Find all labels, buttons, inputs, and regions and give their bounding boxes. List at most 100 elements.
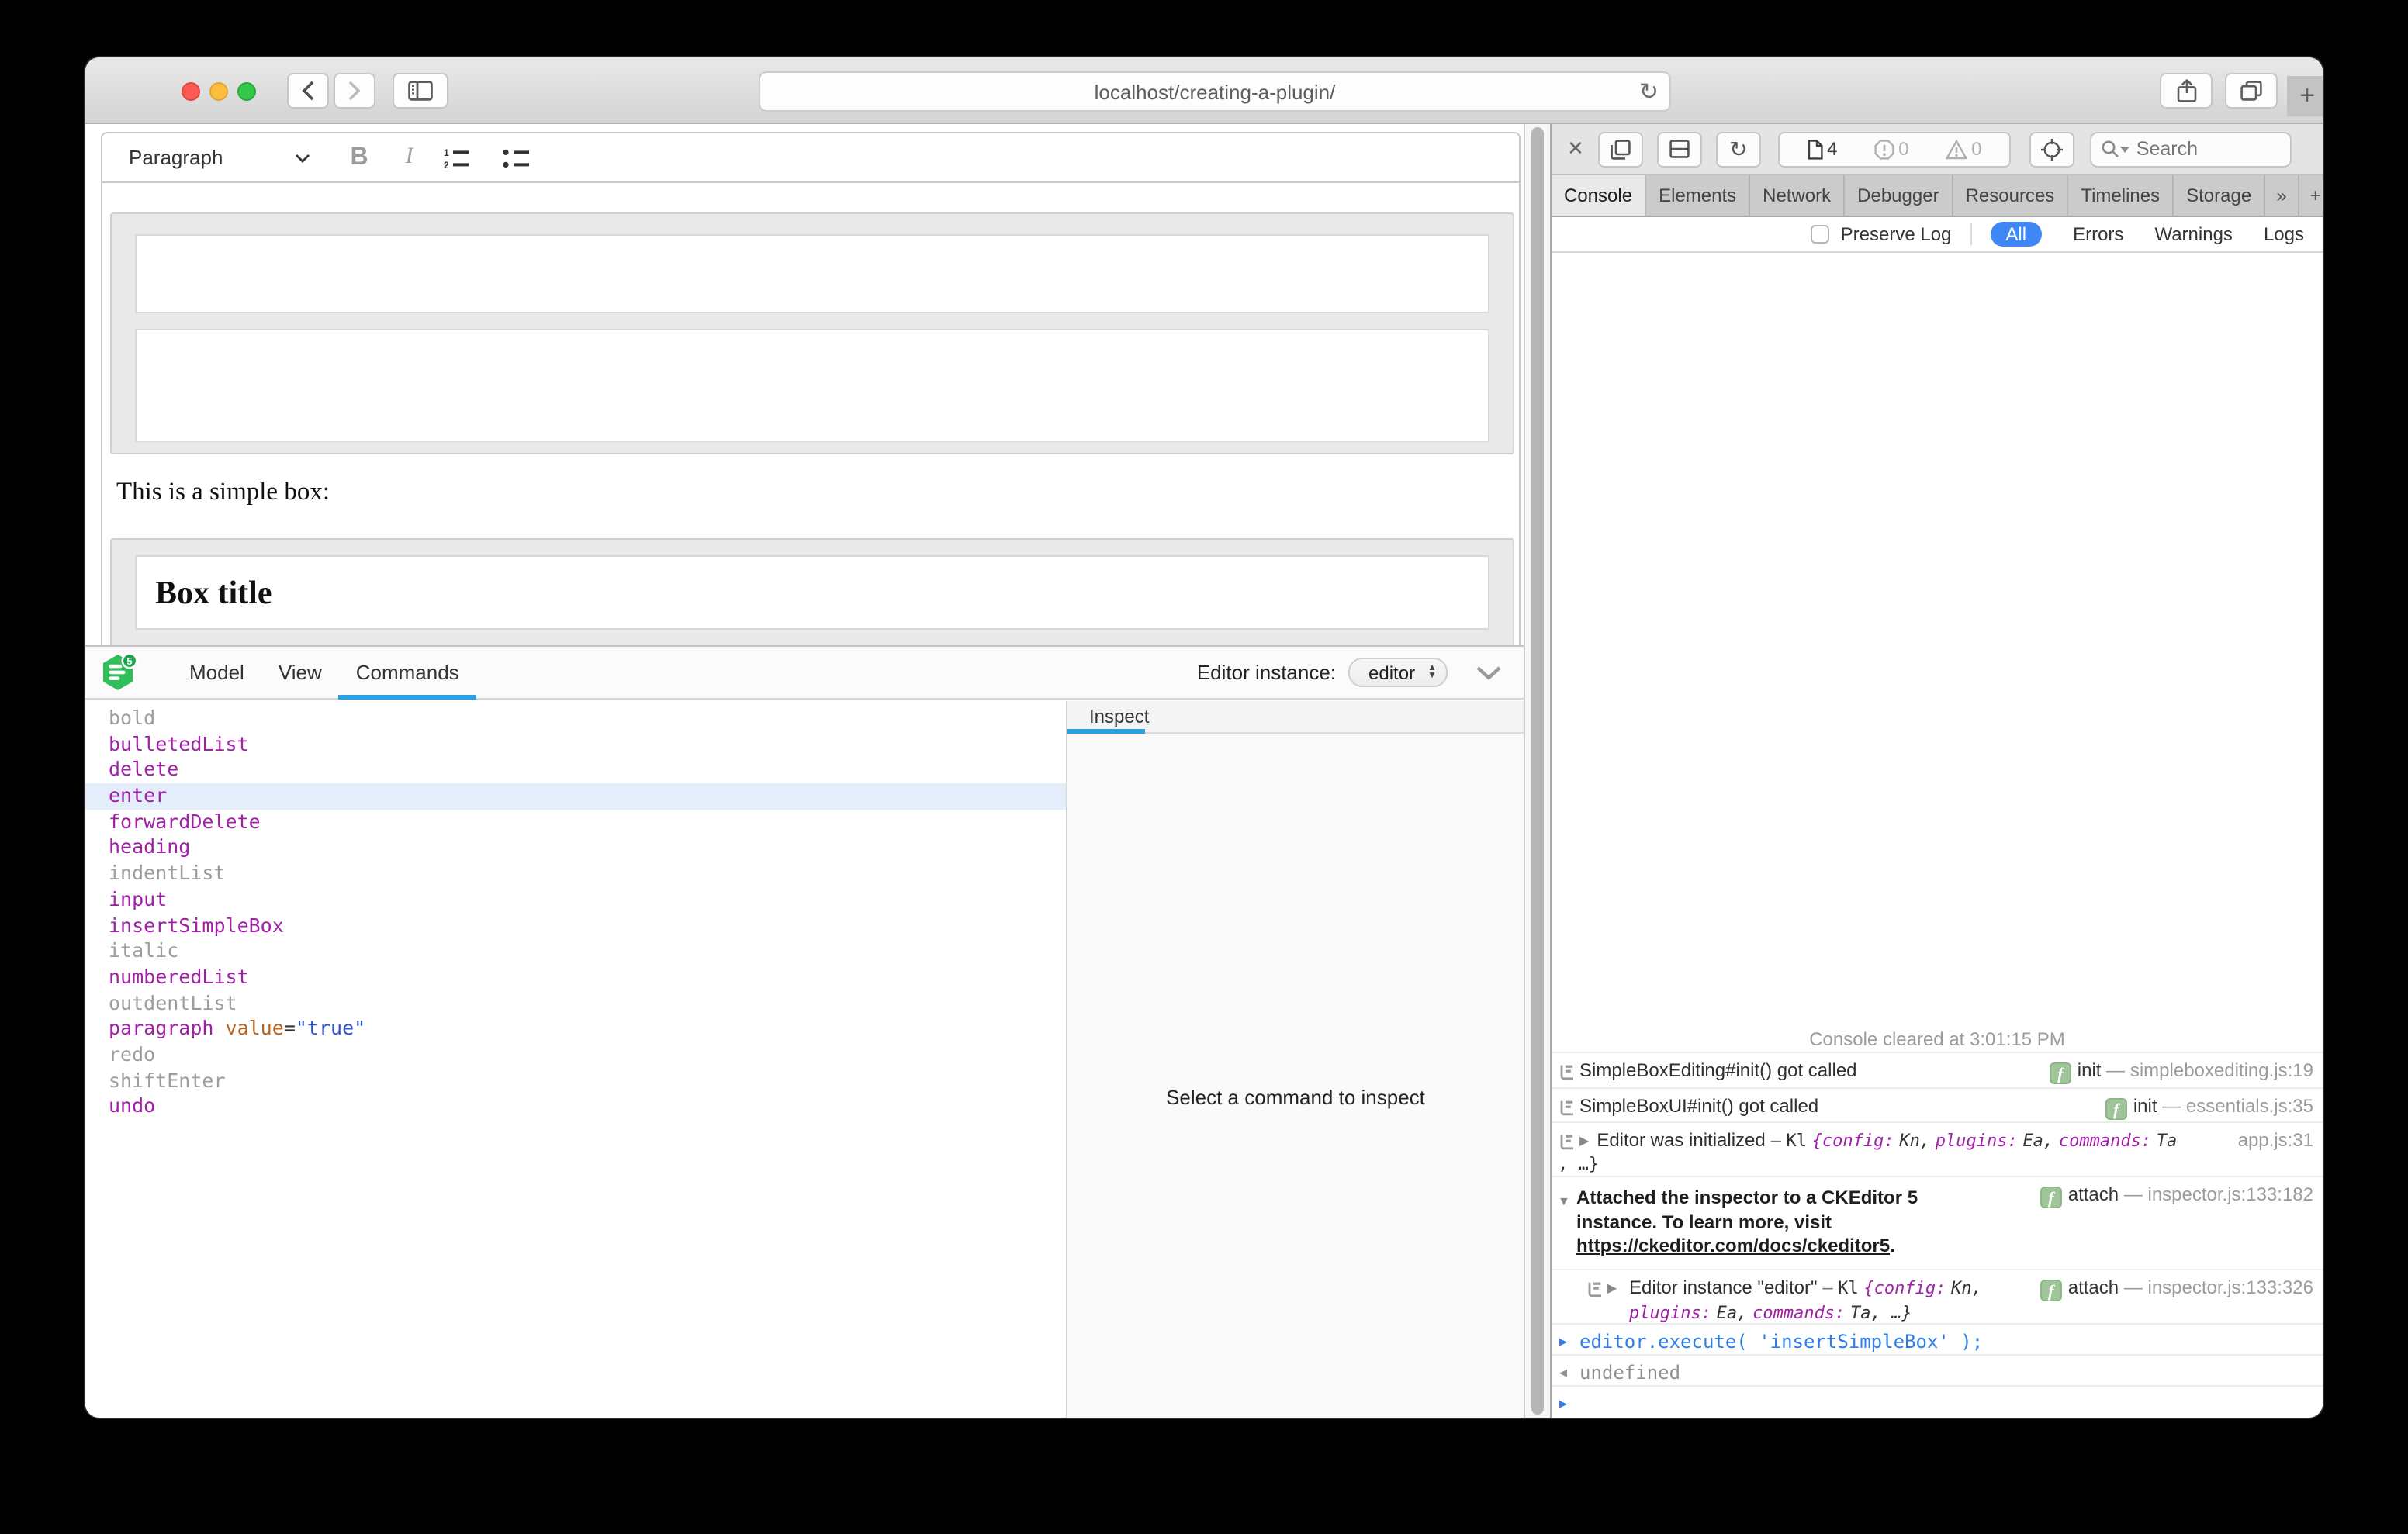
message-source[interactable]: fattach — inspector.js:133:326	[2040, 1277, 2313, 1301]
web-inspector-tabs: Console Elements Network Debugger Resour…	[1552, 175, 2323, 217]
disclosure-triangle-expanded-icon[interactable]: ▼	[1558, 1190, 1570, 1214]
italic-button[interactable]: I	[406, 144, 413, 171]
disclosure-triangle-icon[interactable]: ▶	[1579, 1134, 1589, 1148]
dock-side-button[interactable]	[1657, 131, 1702, 167]
source-location[interactable]: essentials.js:35	[2186, 1095, 2313, 1117]
element-picker-button[interactable]	[2029, 131, 2074, 167]
command-item[interactable]: outdentList	[85, 990, 1066, 1016]
sidebar-toggle-button[interactable]	[393, 73, 448, 109]
tab-overview-button[interactable]	[2225, 73, 2278, 109]
chevron-down-icon[interactable]	[294, 153, 310, 162]
source-location[interactable]: app.js:31	[2238, 1129, 2313, 1151]
period: .	[1890, 1235, 1895, 1256]
zoom-window-button[interactable]	[237, 82, 256, 101]
console-message[interactable]: ▼ Attached the inspector to a CKEditor 5…	[1552, 1176, 2323, 1269]
preserve-log-checkbox[interactable]	[1811, 225, 1830, 244]
tab-commands[interactable]: Commands	[339, 646, 476, 699]
message-source[interactable]: finit — simpleboxediting.js:19	[2050, 1059, 2313, 1084]
address-bar[interactable]: ↻	[759, 71, 1671, 112]
message-source[interactable]: fattach — inspector.js:133:182	[2040, 1183, 2313, 1208]
paragraph-style-dropdown[interactable]: Paragraph	[129, 146, 223, 169]
editor-instance-select[interactable]: editor ▲▼	[1348, 658, 1448, 687]
tab-resources[interactable]: Resources	[1953, 175, 2069, 216]
back-button[interactable]	[287, 73, 329, 109]
close-window-button[interactable]	[182, 82, 200, 101]
simple-box-widget[interactable]	[110, 212, 1514, 454]
filter-errors-button[interactable]: Errors	[2073, 223, 2123, 245]
command-item[interactable]: bold	[85, 706, 1066, 731]
tab-console[interactable]: Console	[1552, 175, 1646, 216]
filter-all-button[interactable]: All	[1990, 222, 2042, 247]
command-item-selected[interactable]: enter	[85, 783, 1066, 809]
simple-box-title-field[interactable]	[135, 234, 1489, 313]
preserve-log-label[interactable]: Preserve Log	[1841, 223, 1952, 245]
collapse-inspector-button[interactable]	[1476, 665, 1502, 680]
message-line: instance. To learn more, visit	[1576, 1211, 2313, 1235]
reload-icon[interactable]: ↻	[1639, 78, 1659, 105]
simple-box-title-field-2[interactable]: Box title	[135, 555, 1489, 630]
filter-warnings-button[interactable]: Warnings	[2154, 223, 2233, 245]
tab-overflow-button[interactable]: »	[2265, 175, 2299, 216]
box-title-text[interactable]: Box title	[137, 557, 1488, 628]
source-location[interactable]: inspector.js:133:326	[2148, 1277, 2314, 1298]
bold-button[interactable]: B	[350, 143, 368, 171]
command-item[interactable]: delete	[85, 758, 1066, 783]
screen: ↻ + Paragraph	[0, 0, 2408, 1534]
console-message[interactable]: SimpleBoxUI#init() got called finit — es…	[1552, 1087, 2323, 1121]
command-item[interactable]: input	[85, 887, 1066, 913]
new-tab-button[interactable]: +	[2287, 76, 2323, 116]
resource-badges[interactable]: 4 0 0	[1778, 131, 2011, 167]
prompt-chevron-icon: ▸	[1559, 1396, 1567, 1413]
source-location[interactable]: simpleboxediting.js:19	[2130, 1059, 2313, 1081]
command-item[interactable]: numberedList	[85, 965, 1066, 990]
command-item[interactable]: shiftEnter	[85, 1068, 1066, 1093]
minimize-window-button[interactable]	[209, 82, 228, 101]
object-key: {config:	[1863, 1278, 1946, 1298]
tab-debugger[interactable]: Debugger	[1845, 175, 1953, 216]
close-inspector-button[interactable]: ✕	[1567, 136, 1584, 161]
inspector-reload-button[interactable]: ↻	[1716, 131, 1761, 167]
console-message-nested[interactable]: ▶ Editor instance "editor" – Kl {config:…	[1552, 1269, 2323, 1323]
address-bar-input[interactable]	[760, 73, 1669, 110]
command-item[interactable]: undo	[85, 1094, 1066, 1120]
message-source[interactable]: app.js:31	[2238, 1129, 2313, 1151]
dash: –	[1822, 1277, 1832, 1298]
command-item[interactable]: forwardDelete	[85, 810, 1066, 835]
command-item[interactable]: italic	[85, 938, 1066, 964]
source-location[interactable]: inspector.js:133:182	[2148, 1183, 2314, 1205]
add-tab-button[interactable]: +	[2299, 175, 2323, 216]
inspector-search-field[interactable]	[2090, 131, 2292, 167]
filter-logs-button[interactable]: Logs	[2264, 223, 2304, 245]
tab-view[interactable]: View	[261, 646, 339, 699]
editor-paragraph[interactable]: This is a simple box:	[116, 476, 330, 507]
command-item[interactable]: insertSimpleBox	[85, 913, 1066, 938]
message-source[interactable]: finit — essentials.js:35	[2105, 1095, 2313, 1120]
simple-box-description-field[interactable]	[135, 329, 1489, 442]
scrollbar-thumb[interactable]	[1531, 127, 1544, 1415]
detach-inspector-button[interactable]	[1598, 131, 1643, 167]
tab-network[interactable]: Network	[1750, 175, 1845, 216]
command-item[interactable]: bulletedList	[85, 731, 1066, 757]
console-message[interactable]: ▶Editor was initialized – Kl {config: Kn…	[1552, 1121, 2323, 1176]
function-name: init	[2133, 1095, 2157, 1117]
console-prompt[interactable]: ▸	[1552, 1385, 2323, 1418]
tab-elements[interactable]: Elements	[1646, 175, 1750, 216]
numbered-list-button[interactable]: 12	[445, 147, 472, 168]
command-item[interactable]: redo	[85, 1042, 1066, 1068]
search-input[interactable]	[2136, 138, 2261, 160]
command-item[interactable]: heading	[85, 835, 1066, 861]
tab-storage[interactable]: Storage	[2174, 175, 2265, 216]
console-message[interactable]: SimpleBoxEditing#init() got called finit…	[1552, 1052, 2323, 1087]
tab-timelines[interactable]: Timelines	[2068, 175, 2174, 216]
tab-model[interactable]: Model	[172, 646, 261, 699]
forward-button[interactable]	[334, 73, 375, 109]
share-button[interactable]	[2160, 73, 2213, 109]
command-item[interactable]: paragraph value="true"	[85, 1017, 1066, 1042]
console-result[interactable]: ◂ undefined	[1552, 1354, 2323, 1385]
bulleted-list-button[interactable]	[503, 147, 531, 168]
console-input-echo[interactable]: ▸ editor.execute( 'insertSimpleBox' );	[1552, 1323, 2323, 1354]
command-name: forwardDelete	[109, 810, 261, 833]
disclosure-triangle-icon[interactable]: ▶	[1607, 1281, 1617, 1295]
command-item[interactable]: indentList	[85, 861, 1066, 886]
ckeditor-docs-link[interactable]: https://ckeditor.com/docs/ckeditor5	[1576, 1235, 1890, 1256]
